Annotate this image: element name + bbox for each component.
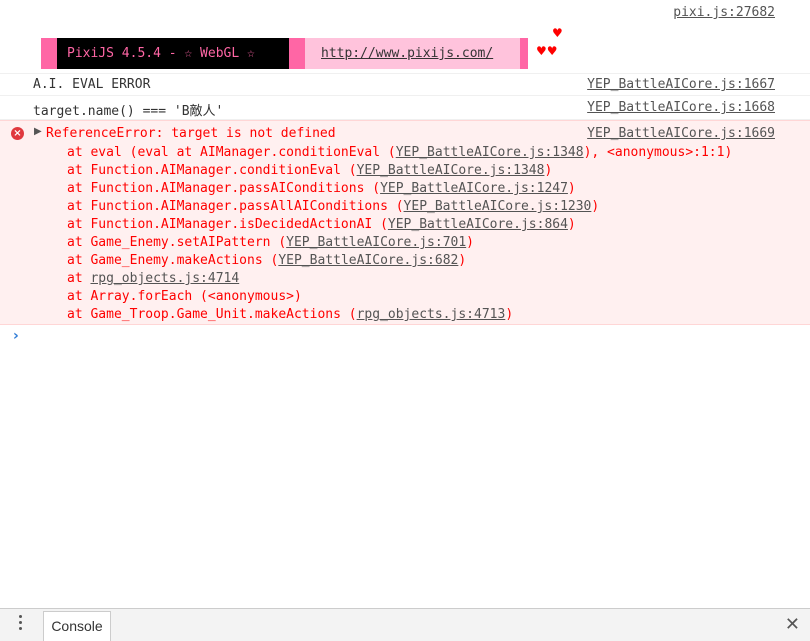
banner-url-box: http://www.pixijs.com/ bbox=[305, 38, 520, 69]
stack-frame: at eval (eval at AIManager.conditionEval… bbox=[67, 145, 733, 160]
close-icon[interactable]: ✕ bbox=[785, 614, 800, 635]
error-message: × ▶ ReferenceError: target is not define… bbox=[0, 120, 810, 325]
source-link[interactable]: YEP_BattleAICore.js:1668 bbox=[587, 100, 775, 115]
banner-stripe bbox=[41, 38, 57, 69]
tab-console[interactable]: Console bbox=[43, 611, 111, 641]
stack-frame: at Array.forEach (<anonymous>) bbox=[67, 289, 302, 304]
stack-frame: at Function.AIManager.passAIConditions (… bbox=[67, 181, 576, 196]
stack-frame-link[interactable]: rpg_objects.js:4713 bbox=[357, 307, 506, 322]
stack-frame: at Function.AIManager.passAllAICondition… bbox=[67, 199, 600, 214]
log-row: target.name() === 'B敵人' YEP_BattleAICore… bbox=[0, 96, 810, 120]
stack-frame-link[interactable]: YEP_BattleAICore.js:864 bbox=[388, 217, 568, 232]
stack-frame-link[interactable]: rpg_objects.js:4714 bbox=[90, 271, 239, 286]
stack-frame: at Game_Enemy.makeActions (YEP_BattleAIC… bbox=[67, 253, 467, 268]
stack-frame: at rpg_objects.js:4714 bbox=[67, 271, 240, 286]
stack-frame-link[interactable]: YEP_BattleAICore.js:1348 bbox=[357, 163, 545, 178]
stack-frame: at Game_Troop.Game_Unit.makeActions (rpg… bbox=[67, 307, 514, 322]
drawer-tabbar: Console ✕ bbox=[0, 608, 810, 641]
heart-icon: ♥ bbox=[552, 26, 563, 40]
source-link[interactable]: YEP_BattleAICore.js:1667 bbox=[587, 77, 775, 92]
stack-frame: at Function.AIManager.conditionEval (YEP… bbox=[67, 163, 553, 178]
stack-frame-link[interactable]: YEP_BattleAICore.js:682 bbox=[278, 253, 458, 268]
error-title: ReferenceError: target is not defined bbox=[46, 126, 336, 141]
error-icon: × bbox=[11, 127, 24, 140]
devtools-console: pixi.js:27682 PixiJS 4.5.4 - ☆ WebGL ☆ h… bbox=[0, 0, 810, 641]
hearts-icon: ♥♥ bbox=[536, 44, 558, 58]
banner-title: PixiJS 4.5.4 - ☆ WebGL ☆ bbox=[57, 38, 289, 69]
stack-frame-link[interactable]: YEP_BattleAICore.js:1247 bbox=[380, 181, 568, 196]
stack-frame: at Function.AIManager.isDecidedActionAI … bbox=[67, 217, 576, 232]
log-message: A.I. EVAL ERROR bbox=[33, 77, 151, 92]
expand-arrow-icon[interactable]: ▶ bbox=[34, 126, 42, 137]
stack-frame-link[interactable]: YEP_BattleAICore.js:1230 bbox=[404, 199, 592, 214]
banner-stripe bbox=[289, 38, 305, 69]
stack-frame-link[interactable]: YEP_BattleAICore.js:701 bbox=[286, 235, 466, 250]
console-prompt-icon[interactable]: › bbox=[13, 328, 19, 344]
pixi-log-row: pixi.js:27682 PixiJS 4.5.4 - ☆ WebGL ☆ h… bbox=[0, 0, 810, 74]
stack-frame-link[interactable]: YEP_BattleAICore.js:1348 bbox=[396, 145, 584, 160]
pixi-banner: PixiJS 4.5.4 - ☆ WebGL ☆ http://www.pixi… bbox=[41, 38, 561, 69]
log-message: target.name() === 'B敵人' bbox=[33, 104, 224, 119]
stack-frame: at Game_Enemy.setAIPattern (YEP_BattleAI… bbox=[67, 235, 474, 250]
stack-trace: at eval (eval at AIManager.conditionEval… bbox=[67, 144, 732, 324]
banner-url-link[interactable]: http://www.pixijs.com/ bbox=[321, 46, 493, 61]
banner-stripe bbox=[520, 38, 528, 69]
log-row: A.I. EVAL ERROR YEP_BattleAICore.js:1667 bbox=[0, 74, 810, 96]
source-link[interactable]: pixi.js:27682 bbox=[673, 5, 775, 20]
source-link[interactable]: YEP_BattleAICore.js:1669 bbox=[587, 126, 775, 141]
more-options-icon[interactable] bbox=[19, 615, 23, 633]
